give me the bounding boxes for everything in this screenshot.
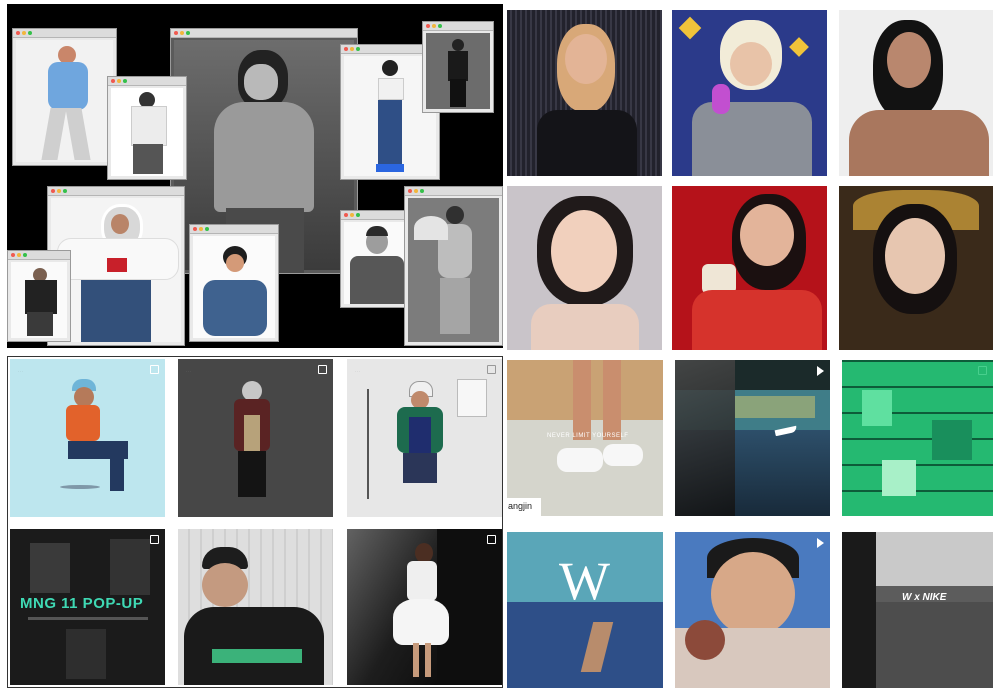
photo-window-4[interactable] <box>7 250 71 342</box>
fashion-post-4[interactable]: MNG 11 POP-UP <box>10 529 165 685</box>
fashion-post-2[interactable]: · · · <box>178 359 333 517</box>
window-titlebar <box>108 77 186 86</box>
square-stack-icon <box>318 365 327 374</box>
photo-window-9[interactable] <box>404 186 503 346</box>
photo-window-8[interactable] <box>340 210 412 308</box>
fashion-post-6[interactable] <box>347 529 502 685</box>
nike-grid-panel: NEVER LIMIT YOURSELF angjin W W x NIKE <box>507 356 993 688</box>
window-titlebar <box>423 22 493 31</box>
photo-window-2[interactable] <box>107 76 187 180</box>
fashion-post-5[interactable] <box>178 529 333 685</box>
collage-panel <box>7 4 503 348</box>
nike-post-1[interactable]: NEVER LIMIT YOURSELF angjin <box>507 360 663 516</box>
window-titlebar <box>405 187 502 196</box>
beauty-photo-2[interactable] <box>672 10 827 176</box>
beauty-photo-1[interactable] <box>507 10 662 176</box>
fashion-post-1[interactable]: · · · <box>10 359 165 517</box>
w-x-nike-logo: W x NIKE <box>902 592 947 603</box>
beauty-photo-3[interactable] <box>839 10 993 176</box>
nike-post-4[interactable]: W <box>507 532 663 688</box>
window-titlebar <box>13 29 116 38</box>
beauty-grid-panel <box>507 4 993 350</box>
nike-brand-partial: angjin <box>508 501 533 511</box>
beauty-photo-5[interactable] <box>672 186 827 350</box>
nike-post-3[interactable] <box>842 360 993 516</box>
square-stack-icon <box>487 535 496 544</box>
window-titlebar <box>48 187 184 196</box>
fashion-post-3[interactable]: · · · <box>347 359 502 517</box>
window-titlebar <box>171 29 357 38</box>
w-mark: W <box>559 551 610 611</box>
nike-post-6[interactable]: W x NIKE <box>842 532 993 688</box>
play-icon <box>817 538 824 548</box>
square-stack-icon <box>150 365 159 374</box>
fashion-grid-panel: · · · · · · · · · MNG 11 POP-UP <box>7 356 503 688</box>
beauty-photo-6[interactable] <box>839 186 993 350</box>
beauty-photo-4[interactable] <box>507 186 662 350</box>
photo-window-7[interactable] <box>422 21 494 113</box>
photo-window-5[interactable] <box>189 224 279 342</box>
photo-window-1[interactable] <box>12 28 117 166</box>
window-titlebar <box>8 251 70 260</box>
play-icon <box>817 366 824 376</box>
square-stack-icon <box>487 365 496 374</box>
nike-slogan: NEVER LIMIT YOURSELF <box>547 433 629 439</box>
nike-post-5[interactable] <box>675 532 830 688</box>
square-stack-icon <box>150 535 159 544</box>
window-titlebar <box>341 211 411 220</box>
mng-popup-title: MNG 11 POP-UP <box>20 595 144 612</box>
nike-post-2[interactable] <box>675 360 830 516</box>
window-titlebar <box>190 225 278 234</box>
